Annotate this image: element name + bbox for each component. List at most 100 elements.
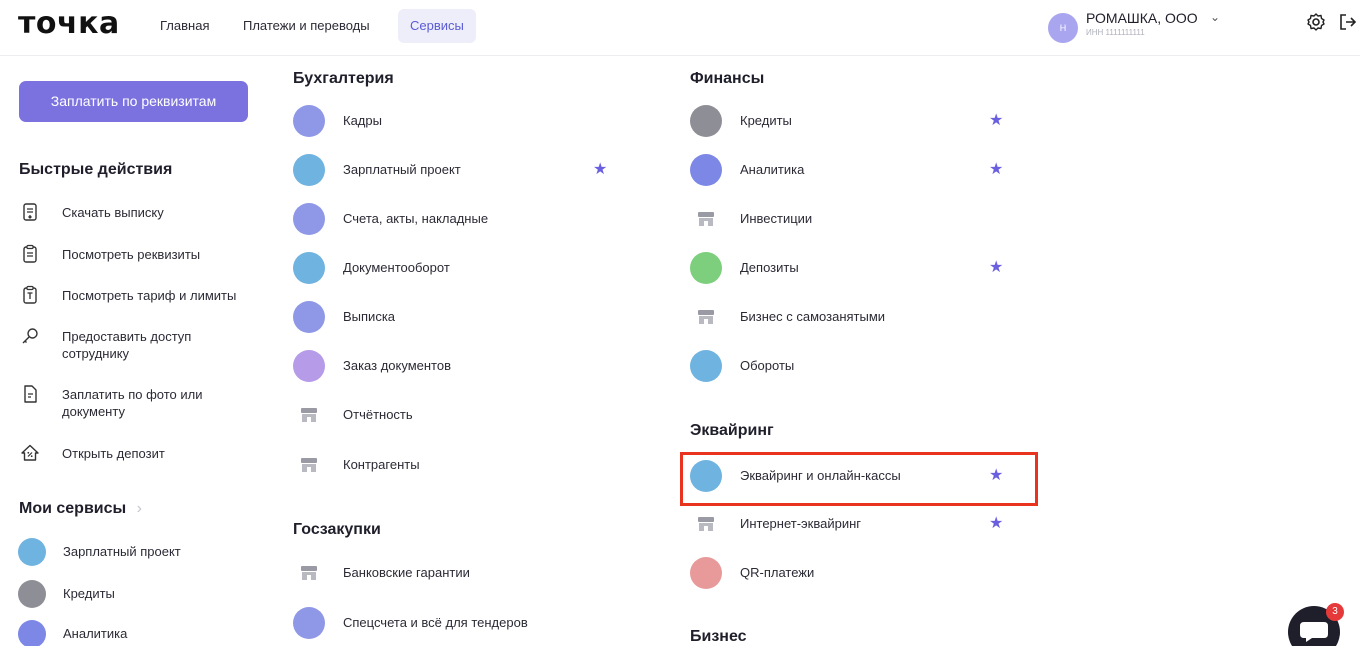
settings-icon[interactable] bbox=[1306, 12, 1326, 32]
favorite-star-icon[interactable]: ★ bbox=[989, 513, 1003, 533]
credit-coin-icon bbox=[690, 105, 722, 137]
quick-action-label: Посмотреть тариф и лимиты bbox=[62, 288, 237, 303]
service-label: Обороты bbox=[740, 358, 795, 373]
salary-icon bbox=[293, 154, 325, 186]
service-label: Заказ документов bbox=[343, 358, 452, 373]
service-label: Депозиты bbox=[740, 260, 799, 275]
clipboard-icon bbox=[23, 244, 37, 263]
service-label: Счета, акты, накладные bbox=[343, 211, 489, 226]
service-label: Кадры bbox=[343, 113, 382, 128]
business-title: Бизнес bbox=[690, 628, 747, 645]
logo[interactable]: точка bbox=[18, 6, 120, 41]
service-label: Банковские гарантии bbox=[343, 565, 470, 580]
service-label: Бизнес с самозанятыми bbox=[740, 309, 886, 324]
store-icon bbox=[301, 408, 317, 422]
service-qr-payments[interactable]: QR-платежи bbox=[690, 557, 1010, 593]
salary-icon bbox=[18, 538, 46, 566]
service-document-flow[interactable]: Документооборот bbox=[293, 252, 613, 288]
favorite-star-icon[interactable]: ★ bbox=[593, 159, 607, 179]
service-order-documents[interactable]: Заказ документов bbox=[293, 350, 613, 386]
my-service-label: Аналитика bbox=[63, 626, 128, 641]
quick-actions-title: Быстрые действия bbox=[19, 161, 173, 178]
favorite-star-icon[interactable]: ★ bbox=[989, 159, 1003, 179]
service-statement[interactable]: Выписка bbox=[293, 301, 613, 337]
my-services-title-text: Мои сервисы bbox=[19, 500, 127, 517]
chevron-right-icon: › bbox=[136, 500, 142, 517]
my-service-label: Кредиты bbox=[63, 586, 115, 601]
quick-action-label: Предоставить доступ сотруднику bbox=[62, 329, 192, 361]
service-analytics[interactable]: Аналитика ★ bbox=[690, 154, 1010, 190]
quick-action-pay-by-photo[interactable]: Заплатить по фото или документу bbox=[20, 384, 260, 422]
quick-action-label: Открыть депозит bbox=[62, 446, 165, 461]
service-invoices[interactable]: Счета, акты, накладные bbox=[293, 203, 613, 239]
company-name: РОМАШКА, ООО bbox=[1086, 10, 1198, 26]
my-service-label: Зарплатный проект bbox=[63, 544, 181, 559]
quick-action-label: Посмотреть реквизиты bbox=[62, 247, 201, 262]
quick-action-grant-access[interactable]: Предоставить доступ сотруднику bbox=[20, 326, 260, 364]
procurement-title: Госзакупки bbox=[293, 521, 381, 538]
service-label: Аналитика bbox=[740, 162, 805, 177]
favorite-star-icon[interactable]: ★ bbox=[989, 257, 1003, 277]
company-inn: ИНН 1111111111 bbox=[1086, 28, 1145, 37]
turnover-icon bbox=[690, 350, 722, 382]
statement-icon bbox=[293, 301, 325, 333]
service-salary-project[interactable]: Зарплатный проект ★ bbox=[293, 154, 613, 190]
service-investments[interactable]: Инвестиции bbox=[690, 203, 1010, 239]
my-services-title[interactable]: Мои сервисы › bbox=[19, 500, 142, 518]
acquiring-title: Эквайринг bbox=[690, 422, 774, 439]
quick-action-statement[interactable]: Скачать выписку bbox=[20, 202, 260, 224]
avatar: Н bbox=[1048, 13, 1078, 43]
favorite-star-icon[interactable]: ★ bbox=[989, 110, 1003, 130]
quick-action-label: Скачать выписку bbox=[62, 205, 164, 220]
top-header: точка Главная Платежи и переводы Сервисы… bbox=[0, 0, 1360, 56]
key-icon bbox=[22, 328, 38, 344]
service-counterparties[interactable]: Контрагенты bbox=[293, 449, 613, 485]
chevron-down-icon: ⌄ bbox=[1210, 10, 1221, 24]
store-icon bbox=[301, 458, 317, 472]
highlight-frame bbox=[680, 452, 1038, 506]
tariff-icon bbox=[23, 285, 37, 304]
service-credits[interactable]: Кредиты ★ bbox=[690, 105, 1010, 141]
logout-icon[interactable] bbox=[1338, 12, 1358, 32]
finance-title: Финансы bbox=[690, 70, 765, 87]
analytics-icon bbox=[18, 620, 46, 646]
service-label: Кредиты bbox=[740, 113, 792, 128]
nav-payments[interactable]: Платежи и переводы bbox=[231, 9, 382, 43]
service-label: Документооборот bbox=[343, 260, 450, 275]
deposit-icon bbox=[21, 444, 39, 461]
service-turnover[interactable]: Обороты bbox=[690, 350, 1010, 386]
service-label: Контрагенты bbox=[343, 457, 420, 472]
chat-notification-badge: 3 bbox=[1326, 603, 1344, 621]
document-order-icon bbox=[293, 350, 325, 382]
service-internet-acquiring[interactable]: Интернет-эквайринг ★ bbox=[690, 508, 1010, 544]
quick-action-details[interactable]: Посмотреть реквизиты bbox=[20, 244, 260, 266]
store-icon bbox=[698, 212, 714, 226]
pay-by-details-button[interactable]: Заплатить по реквизитам bbox=[19, 81, 248, 122]
nav-services[interactable]: Сервисы bbox=[398, 9, 476, 43]
service-label: Спецсчета и всё для тендеров bbox=[343, 615, 528, 630]
accounting-title: Бухгалтерия bbox=[293, 70, 394, 87]
service-label: Интернет-эквайринг bbox=[740, 516, 862, 531]
service-reporting[interactable]: Отчётность bbox=[293, 399, 613, 435]
service-deposits[interactable]: Депозиты ★ bbox=[690, 252, 1010, 288]
service-tenders[interactable]: Спецсчета и всё для тендеров bbox=[293, 607, 613, 643]
invoice-icon bbox=[293, 203, 325, 235]
credit-coin-icon bbox=[18, 580, 46, 608]
document-photo-icon bbox=[24, 385, 37, 403]
service-hr[interactable]: Кадры bbox=[293, 105, 613, 141]
quick-action-tariff[interactable]: Посмотреть тариф и лимиты bbox=[20, 285, 260, 307]
document-icon bbox=[293, 252, 325, 284]
nav-main[interactable]: Главная bbox=[148, 9, 221, 43]
quick-action-open-deposit[interactable]: Открыть депозит bbox=[20, 443, 260, 465]
service-label: QR-платежи bbox=[740, 565, 815, 580]
service-self-employed[interactable]: Бизнес с самозанятыми bbox=[690, 301, 1010, 337]
store-icon bbox=[698, 310, 714, 324]
statement-icon bbox=[23, 203, 37, 221]
service-bank-guarantees[interactable]: Банковские гарантии bbox=[293, 557, 613, 593]
service-label: Отчётность bbox=[343, 407, 413, 422]
service-label: Инвестиции bbox=[740, 211, 813, 226]
store-icon bbox=[301, 566, 317, 580]
people-icon bbox=[293, 105, 325, 137]
qr-code-icon bbox=[690, 557, 722, 589]
deposit-icon bbox=[690, 252, 722, 284]
